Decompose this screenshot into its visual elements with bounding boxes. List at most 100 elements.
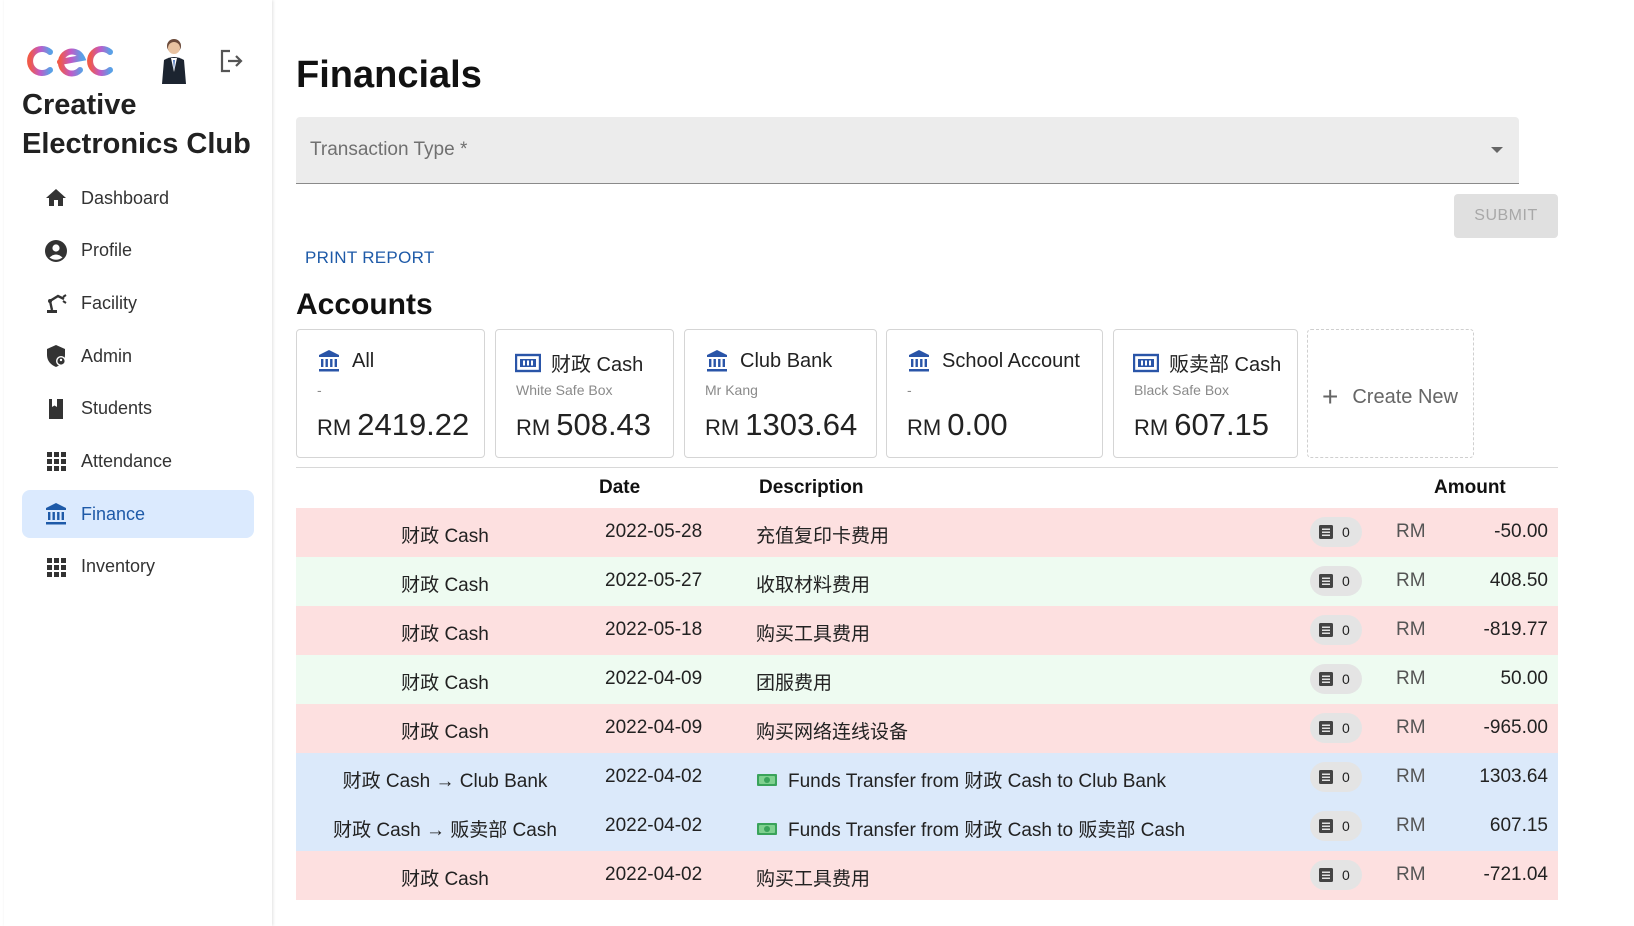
create-new-label: Create New bbox=[1352, 385, 1458, 408]
notes-icon bbox=[1318, 524, 1334, 540]
attachments-chip[interactable]: 0 bbox=[1310, 811, 1362, 841]
row-date: 2022-05-18 bbox=[605, 619, 703, 640]
bank-icon bbox=[44, 502, 68, 526]
table-row[interactable]: 财政 Cash → 贩卖部 Cash 2022-04-02 Funds Transf… bbox=[296, 802, 1558, 851]
transaction-type-select[interactable]: Transaction Type * bbox=[296, 117, 1519, 184]
create-new-account-button[interactable]: + Create New bbox=[1307, 329, 1474, 458]
row-amount: -819.77 bbox=[1483, 619, 1548, 640]
attachments-chip[interactable]: 0 bbox=[1310, 615, 1362, 645]
row-account: 财政 Cash bbox=[401, 722, 489, 743]
account-card-club-bank[interactable]: Club Bank Mr Kang RM 1303.64 bbox=[684, 329, 877, 458]
account-name: 贩卖部 Cash bbox=[1169, 354, 1282, 376]
sidebar-item-facility[interactable]: Facility bbox=[22, 279, 254, 327]
table-row[interactable]: 财政 Cash 2022-04-02 购买工具费用 0 RM -721.04 bbox=[296, 851, 1558, 900]
sidebar: Creative Electronics Club Dashboard Prof… bbox=[4, 0, 272, 926]
account-card-canteen-cash[interactable]: 贩卖部 Cash Black Safe Box RM 607.15 bbox=[1113, 329, 1298, 458]
attachments-count: 0 bbox=[1342, 671, 1350, 687]
logout-icon[interactable] bbox=[216, 46, 246, 76]
row-amount: -721.04 bbox=[1483, 864, 1548, 885]
money-icon bbox=[756, 772, 778, 788]
row-currency: RM bbox=[1396, 619, 1426, 640]
balance-value: 508.43 bbox=[556, 407, 652, 442]
account-name: All bbox=[352, 349, 375, 372]
sidebar-item-admin[interactable]: Admin bbox=[22, 332, 254, 380]
print-report-button[interactable]: PRINT REPORT bbox=[305, 248, 435, 268]
sidebar-item-inventory[interactable]: Inventory bbox=[22, 543, 254, 591]
transaction-type-placeholder: Transaction Type * bbox=[310, 139, 468, 160]
sidebar-item-finance[interactable]: Finance bbox=[22, 490, 254, 539]
currency-label: RM bbox=[705, 415, 740, 440]
sidebar-item-students[interactable]: Students bbox=[22, 385, 254, 433]
attachments-chip[interactable]: 0 bbox=[1310, 762, 1362, 792]
row-account: 财政 Cash bbox=[401, 624, 489, 645]
table-row[interactable]: 财政 Cash 2022-04-09 团服费用 0 RM 50.00 bbox=[296, 655, 1558, 704]
row-amount: 1303.64 bbox=[1479, 766, 1548, 787]
row-currency: RM bbox=[1396, 570, 1426, 591]
table-row[interactable]: 财政 Cash 2022-04-09 购买网络连线设备 0 RM -965.00 bbox=[296, 704, 1558, 753]
attachments-chip[interactable]: 0 bbox=[1310, 860, 1362, 890]
sidebar-item-dashboard[interactable]: Dashboard bbox=[22, 174, 254, 222]
row-description-text: Funds Transfer from 财政 Cash to Club Bank bbox=[788, 771, 1167, 792]
row-description-text: Funds Transfer from 财政 Cash to 贩卖部 Cash bbox=[788, 820, 1186, 841]
accounts-title: Accounts bbox=[296, 288, 433, 321]
row-amount: 607.15 bbox=[1489, 815, 1548, 836]
sidebar-item-label: Facility bbox=[81, 292, 138, 313]
sidebar-item-profile[interactable]: Profile bbox=[22, 227, 254, 275]
row-description-text: 充值复印卡费用 bbox=[756, 526, 890, 547]
balance-value: 2419.22 bbox=[357, 407, 470, 442]
money-icon bbox=[756, 821, 778, 837]
row-currency: RM bbox=[1396, 864, 1426, 885]
balance-value: 0.00 bbox=[947, 407, 1008, 442]
attachments-chip[interactable]: 0 bbox=[1310, 566, 1362, 596]
attachments-chip[interactable]: 0 bbox=[1310, 517, 1362, 547]
row-description: 团服费用 bbox=[756, 668, 832, 695]
grid-icon bbox=[44, 449, 68, 473]
currency-label: RM bbox=[1134, 415, 1169, 440]
table-row[interactable]: 财政 Cash 2022-05-27 收取材料费用 0 RM 408.50 bbox=[296, 557, 1558, 606]
notes-icon bbox=[1318, 720, 1334, 736]
account-card-school-account[interactable]: School Account - RM 0.00 bbox=[886, 329, 1103, 458]
attachments-count: 0 bbox=[1342, 818, 1350, 834]
account-balance: RM 0.00 bbox=[907, 407, 1008, 443]
row-account: 财政 Cash → 贩卖部 Cash bbox=[333, 820, 557, 841]
row-date: 2022-04-09 bbox=[605, 717, 703, 738]
row-account: 财政 Cash → Club Bank bbox=[342, 771, 548, 792]
account-card-all[interactable]: All - RM 2419.22 bbox=[296, 329, 485, 458]
account-sub: - bbox=[317, 382, 322, 398]
attachments-count: 0 bbox=[1342, 573, 1350, 589]
grid-icon bbox=[44, 555, 68, 579]
row-description-text: 购买网络连线设备 bbox=[756, 722, 909, 743]
sidebar-item-label: Admin bbox=[81, 345, 133, 366]
row-date: 2022-04-02 bbox=[605, 766, 703, 787]
sidebar-item-attendance[interactable]: Attendance bbox=[22, 437, 254, 485]
attachments-count: 0 bbox=[1342, 720, 1350, 736]
notes-icon bbox=[1318, 867, 1334, 883]
attachments-chip[interactable]: 0 bbox=[1310, 713, 1362, 743]
table-row[interactable]: 财政 Cash 2022-05-28 充值复印卡费用 0 RM -50.00 bbox=[296, 508, 1558, 557]
attachments-chip[interactable]: 0 bbox=[1310, 664, 1362, 694]
table-row[interactable]: 财政 Cash → Club Bank 2022-04-02 Funds Trans… bbox=[296, 753, 1558, 802]
sidebar-item-label: Attendance bbox=[81, 450, 173, 471]
account-card-finance-cash[interactable]: 财政 Cash White Safe Box RM 508.43 bbox=[495, 329, 674, 458]
submit-button[interactable]: SUBMIT bbox=[1454, 194, 1558, 238]
row-date: 2022-05-27 bbox=[605, 570, 703, 591]
row-description-text: 收取材料费用 bbox=[756, 575, 871, 596]
column-header-description: Description bbox=[759, 477, 864, 498]
account-sub: White Safe Box bbox=[516, 382, 613, 398]
row-amount: -965.00 bbox=[1483, 717, 1548, 738]
notes-icon bbox=[1318, 769, 1334, 785]
currency-label: RM bbox=[516, 415, 551, 440]
caret-down-icon bbox=[1491, 147, 1503, 153]
row-date: 2022-04-02 bbox=[605, 815, 703, 836]
row-account: 财政 Cash bbox=[401, 673, 489, 694]
row-currency: RM bbox=[1396, 521, 1426, 542]
club-name: Creative Electronics Club bbox=[22, 89, 251, 160]
row-currency: RM bbox=[1396, 668, 1426, 689]
row-description-text: 团服费用 bbox=[756, 673, 833, 694]
avatar[interactable] bbox=[154, 36, 194, 86]
transactions-table: 财政 Cash 2022-05-28 充值复印卡费用 0 RM -50.00 财政 Cash… bbox=[296, 508, 1558, 900]
row-date: 2022-05-28 bbox=[605, 521, 703, 542]
balance-value: 1303.64 bbox=[745, 407, 858, 442]
table-row[interactable]: 财政 Cash 2022-05-18 购买工具费用 0 RM -819.77 bbox=[296, 606, 1558, 655]
row-currency: RM bbox=[1396, 717, 1426, 738]
